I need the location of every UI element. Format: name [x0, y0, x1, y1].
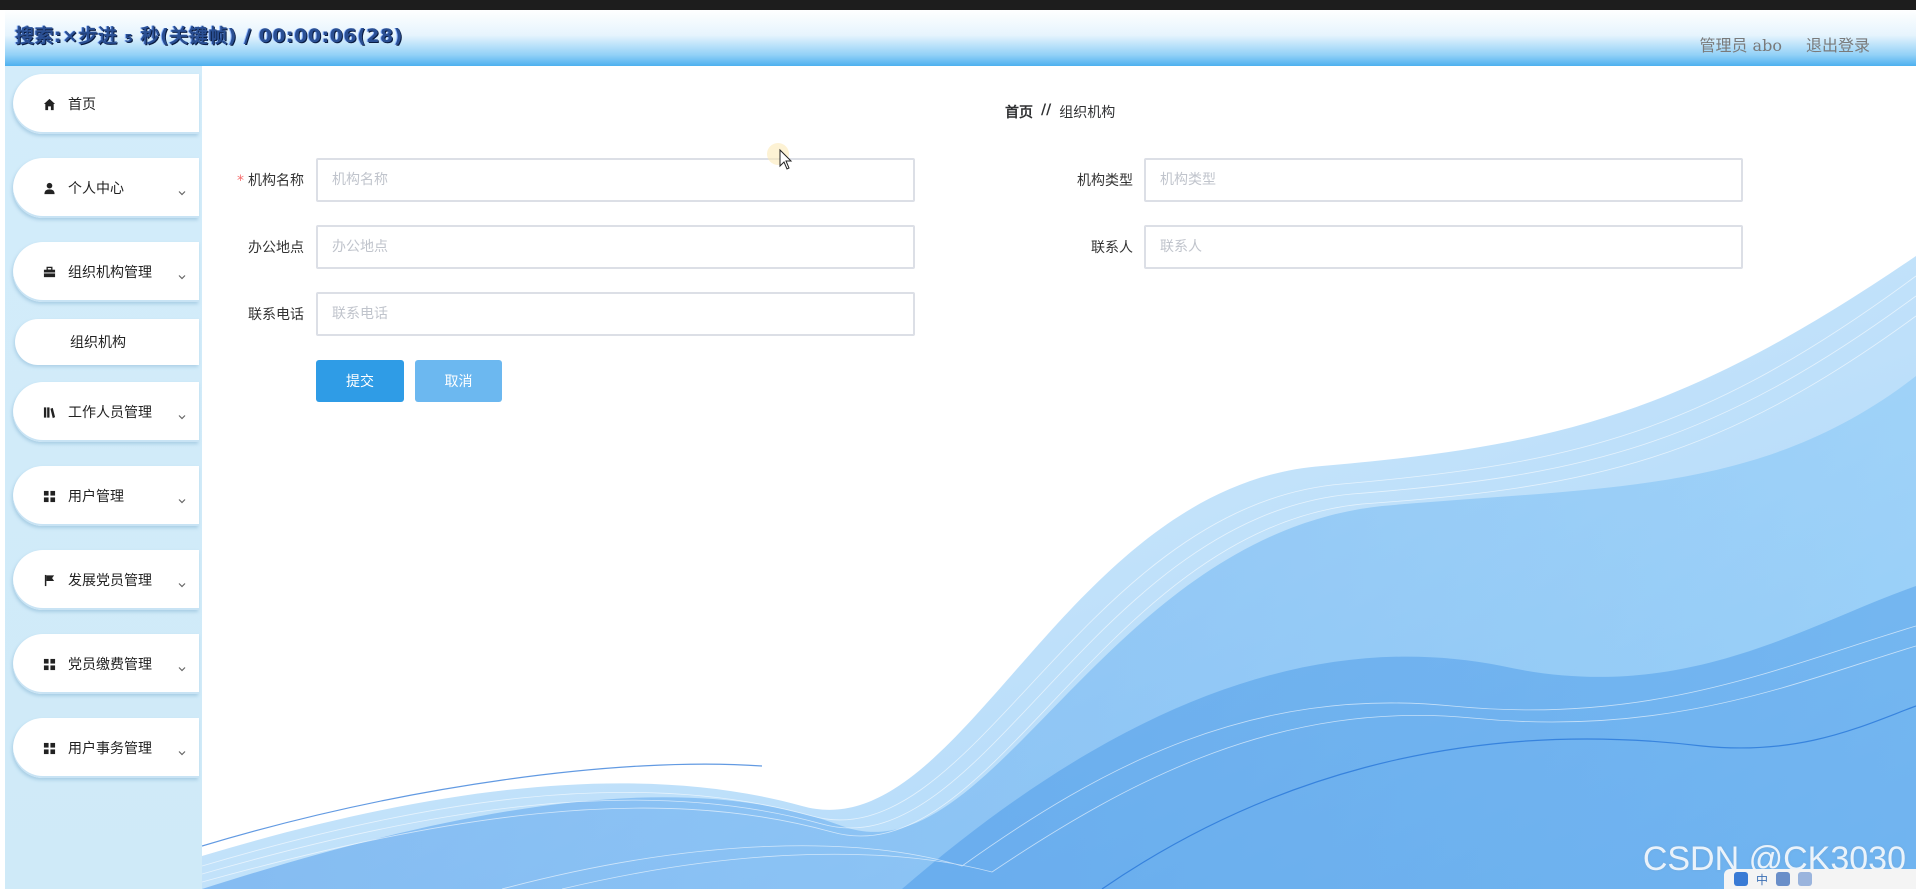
grid-icon	[42, 741, 56, 755]
org-name-label: * 机构名称	[237, 173, 304, 189]
office-location-input[interactable]	[316, 225, 915, 269]
library-icon	[42, 405, 56, 419]
grid-icon	[42, 657, 56, 671]
tray-settings-icon[interactable]	[1798, 872, 1813, 886]
chevron-down-icon	[177, 267, 187, 280]
chevron-down-icon	[177, 491, 187, 504]
admin-label: 管理员 abo	[1699, 36, 1782, 55]
sidebar-subitem-org[interactable]: 组织机构	[15, 319, 199, 365]
grid-icon	[42, 489, 56, 503]
required-mark: *	[237, 173, 244, 189]
sidebar-item-label: 组织机构管理	[68, 265, 152, 281]
breadcrumb-current: 组织机构	[1059, 105, 1116, 121]
contact-phone-label: 联系电话	[248, 307, 304, 323]
app-screen: 搜索:×步进 ₅ 秒(关键帧) / 00:00:06(28) 管理员 abo 退…	[0, 0, 1916, 889]
sidebar-item-staff-management[interactable]: 工作人员管理	[13, 382, 199, 442]
system-tray: 中	[1724, 869, 1916, 889]
org-type-label: 机构类型	[1077, 173, 1133, 189]
cancel-button[interactable]: 取消	[415, 360, 502, 402]
sidebar: 首页 个人中心 组织机构管理 组织机构 工作人员管理 用户管理 发展党员管理 党…	[5, 66, 202, 889]
sidebar-item-home[interactable]: 首页	[13, 74, 199, 134]
sidebar-item-personal-center[interactable]: 个人中心	[13, 158, 199, 218]
chevron-down-icon	[177, 659, 187, 672]
sidebar-item-label: 首页	[68, 97, 96, 113]
sidebar-subitem-label: 组织机构	[70, 335, 126, 351]
top-header: 搜索:×步进 ₅ 秒(关键帧) / 00:00:06(28) 管理员 abo 退…	[5, 10, 1916, 66]
office-location-label: 办公地点	[248, 240, 304, 256]
home-icon	[42, 97, 56, 111]
org-type-input[interactable]	[1144, 158, 1743, 202]
sidebar-item-user-affairs[interactable]: 用户事务管理	[13, 718, 199, 778]
sidebar-item-party-development[interactable]: 发展党员管理	[13, 550, 199, 610]
sidebar-item-label: 工作人员管理	[68, 405, 152, 421]
header-user-area: 管理员 abo 退出登录	[1699, 32, 1870, 56]
tray-keyboard-icon[interactable]	[1776, 872, 1791, 886]
contact-person-input[interactable]	[1144, 225, 1743, 269]
window-top-strip	[0, 0, 1916, 10]
sidebar-item-org-management[interactable]: 组织机构管理	[13, 242, 199, 302]
sidebar-item-label: 用户事务管理	[68, 741, 152, 757]
user-icon	[42, 181, 56, 195]
main-content: 首页 // 组织机构 *机构名称 机构类型 办公地点 联系人 联系电话 提交 取…	[202, 66, 1916, 889]
org-name-input[interactable]	[316, 158, 915, 202]
breadcrumb: 首页 // 组织机构	[1005, 102, 1115, 122]
sidebar-item-label: 个人中心	[68, 181, 124, 197]
chevron-down-icon	[177, 407, 187, 420]
sidebar-item-label: 用户管理	[68, 489, 124, 505]
sidebar-item-party-dues[interactable]: 党员缴费管理	[13, 634, 199, 694]
sidebar-item-label: 发展党员管理	[68, 573, 152, 589]
breadcrumb-home[interactable]: 首页	[1005, 102, 1033, 122]
ime-indicator[interactable]: 中	[1756, 871, 1768, 888]
flag-icon	[42, 573, 56, 587]
logout-link[interactable]: 退出登录	[1806, 32, 1870, 56]
sidebar-item-user-management[interactable]: 用户管理	[13, 466, 199, 526]
submit-button[interactable]: 提交	[316, 360, 404, 402]
sidebar-item-label: 党员缴费管理	[68, 657, 152, 673]
contact-phone-input[interactable]	[316, 292, 915, 336]
header-title: 搜索:×步进 ₅ 秒(关键帧) / 00:00:06(28)	[15, 25, 403, 47]
chevron-down-icon	[177, 183, 187, 196]
chevron-down-icon	[177, 575, 187, 588]
chevron-down-icon	[177, 743, 187, 756]
breadcrumb-separator: //	[1041, 102, 1052, 118]
mouse-cursor-icon	[767, 143, 793, 170]
tray-app-icon[interactable]	[1734, 872, 1748, 886]
contact-person-label: 联系人	[1091, 240, 1133, 256]
briefcase-icon	[42, 265, 56, 279]
